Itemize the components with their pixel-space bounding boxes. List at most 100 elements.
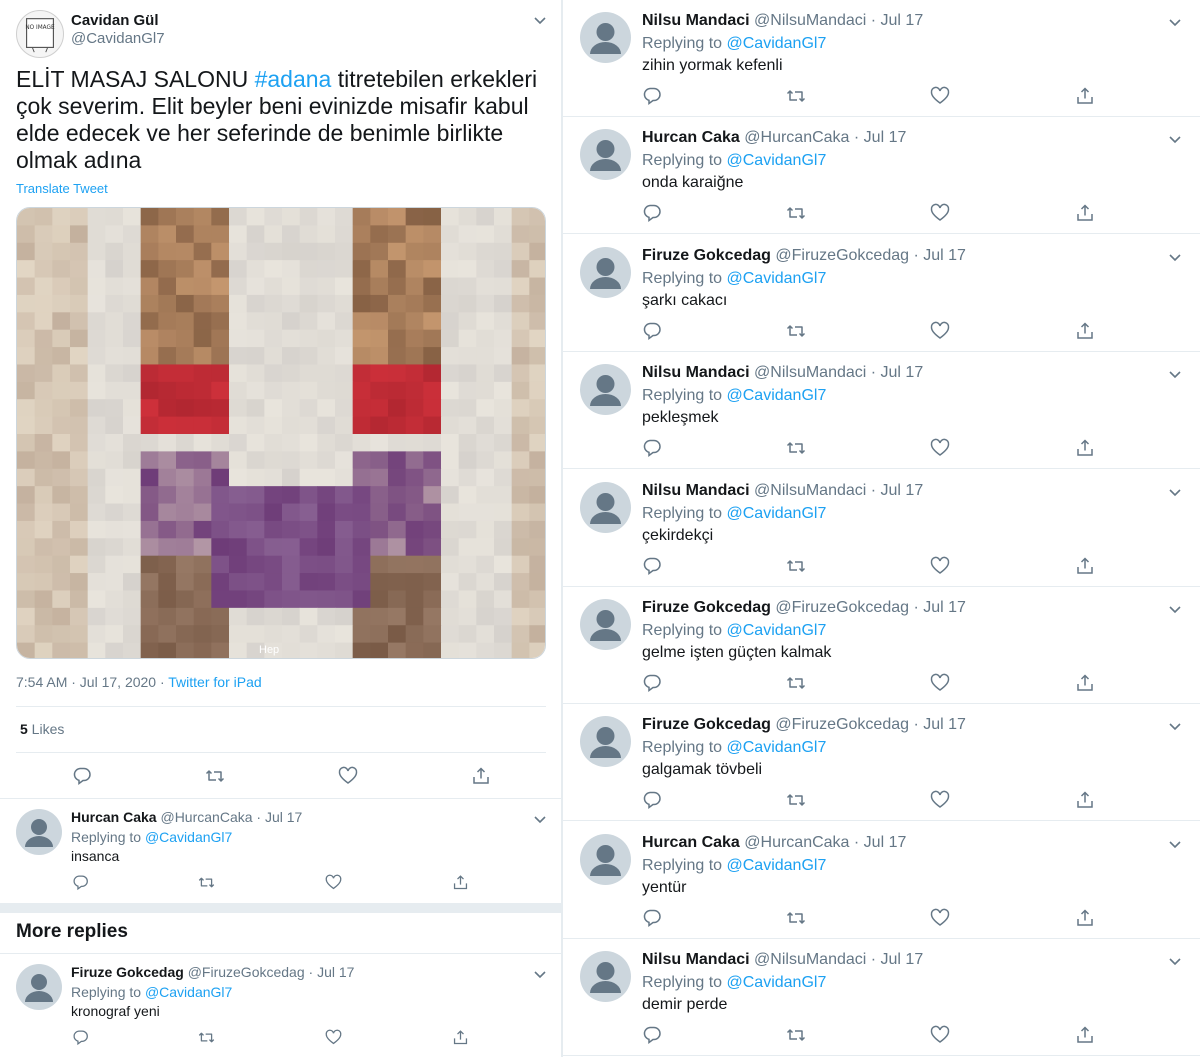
share-icon[interactable] bbox=[1075, 438, 1095, 458]
reply-icon[interactable] bbox=[642, 673, 662, 693]
retweet-icon[interactable] bbox=[786, 790, 806, 810]
reply-author-handle[interactable]: @NilsuMandaci · Jul 17 bbox=[754, 364, 923, 381]
reply-author-handle[interactable]: @FiruzeGokcedag · Jul 17 bbox=[188, 964, 355, 980]
replying-to-link[interactable]: @CavidanGl7 bbox=[727, 152, 827, 169]
reply-icon[interactable] bbox=[72, 766, 92, 786]
hashtag-link[interactable]: #adana bbox=[255, 66, 332, 92]
reply-icon[interactable] bbox=[642, 1025, 662, 1045]
avatar[interactable] bbox=[580, 599, 631, 650]
retweet-icon[interactable] bbox=[205, 766, 225, 786]
like-icon[interactable] bbox=[930, 1025, 950, 1045]
reply-icon[interactable] bbox=[642, 321, 662, 341]
reply-author-handle[interactable]: @NilsuMandaci · Jul 17 bbox=[754, 482, 923, 499]
avatar[interactable]: NO IMAGE bbox=[16, 10, 64, 58]
avatar[interactable] bbox=[580, 129, 631, 181]
reply-author-handle[interactable]: @HurcanCaka · Jul 17 bbox=[744, 834, 906, 851]
chevron-down-icon[interactable] bbox=[1167, 366, 1183, 382]
reply-tweet[interactable]: Firuze Gokcedag @FiruzeGokcedag · Jul 17… bbox=[563, 704, 1200, 822]
reply-author-handle[interactable]: @FiruzeGokcedag · Jul 17 bbox=[775, 247, 966, 264]
reply-icon[interactable] bbox=[642, 438, 662, 458]
reply-author-name[interactable]: Nilsu Mandaci bbox=[642, 951, 750, 968]
reply-icon[interactable] bbox=[642, 556, 662, 576]
like-icon[interactable] bbox=[930, 86, 950, 106]
share-icon[interactable] bbox=[1075, 556, 1095, 576]
retweet-icon[interactable] bbox=[786, 438, 806, 458]
author-handle[interactable]: @CavidanGl7 bbox=[71, 30, 165, 47]
reply-icon[interactable] bbox=[642, 203, 662, 223]
share-icon[interactable] bbox=[471, 766, 491, 786]
replying-to-link[interactable]: @CavidanGl7 bbox=[727, 505, 827, 522]
like-icon[interactable] bbox=[338, 766, 358, 786]
chevron-down-icon[interactable] bbox=[1167, 14, 1183, 30]
replying-to-link[interactable]: @CavidanGl7 bbox=[145, 984, 232, 1000]
avatar[interactable] bbox=[580, 12, 631, 63]
reply-icon[interactable] bbox=[72, 1029, 89, 1046]
chevron-down-icon[interactable] bbox=[1167, 484, 1183, 500]
reply-author-name[interactable]: Nilsu Mandaci bbox=[642, 482, 750, 499]
retweet-icon[interactable] bbox=[786, 203, 806, 223]
replying-to-link[interactable]: @CavidanGl7 bbox=[727, 270, 827, 287]
retweet-icon[interactable] bbox=[198, 874, 215, 891]
replying-to-link[interactable]: @CavidanGl7 bbox=[727, 387, 827, 404]
reply-icon[interactable] bbox=[642, 790, 662, 810]
share-icon[interactable] bbox=[452, 1029, 469, 1046]
reply-author-handle[interactable]: @HurcanCaka · Jul 17 bbox=[160, 809, 302, 825]
retweet-icon[interactable] bbox=[786, 1025, 806, 1045]
reply-author-handle[interactable]: @NilsuMandaci · Jul 17 bbox=[754, 12, 923, 29]
replying-to-link[interactable]: @CavidanGl7 bbox=[727, 622, 827, 639]
share-icon[interactable] bbox=[1075, 790, 1095, 810]
retweet-icon[interactable] bbox=[786, 86, 806, 106]
share-icon[interactable] bbox=[1075, 86, 1095, 106]
reply-author-handle[interactable]: @NilsuMandaci · Jul 17 bbox=[754, 951, 923, 968]
reply-author-name[interactable]: Nilsu Mandaci bbox=[642, 364, 750, 381]
chevron-down-icon[interactable] bbox=[1167, 718, 1183, 734]
avatar[interactable] bbox=[580, 481, 631, 533]
reply-author-name[interactable]: Hurcan Caka bbox=[71, 809, 157, 825]
tweet-source[interactable]: Twitter for iPad bbox=[168, 674, 261, 690]
avatar[interactable] bbox=[580, 364, 631, 416]
reply-tweet[interactable]: Nilsu Mandaci @NilsuMandaci · Jul 17 Rep… bbox=[563, 0, 1200, 117]
author-name[interactable]: Cavidan Gül bbox=[71, 12, 159, 29]
like-icon[interactable] bbox=[930, 790, 950, 810]
chevron-down-icon[interactable] bbox=[1167, 953, 1183, 969]
reply-tweet[interactable]: Firuze Gokcedag @FiruzeGokcedag · Jul 17… bbox=[563, 587, 1200, 704]
reply-author-name[interactable]: Hurcan Caka bbox=[642, 129, 740, 146]
avatar[interactable] bbox=[16, 964, 62, 1010]
like-icon[interactable] bbox=[930, 556, 950, 576]
replying-to-link[interactable]: @CavidanGl7 bbox=[727, 35, 827, 52]
reply-tweet[interactable]: Hurcan Caka @HurcanCaka · Jul 17 Replyin… bbox=[563, 117, 1200, 235]
avatar[interactable] bbox=[16, 809, 62, 855]
replying-to-link[interactable]: @CavidanGl7 bbox=[145, 829, 232, 845]
chevron-down-icon[interactable] bbox=[532, 966, 548, 982]
share-icon[interactable] bbox=[1075, 321, 1095, 341]
share-icon[interactable] bbox=[1075, 203, 1095, 223]
reply-tweet[interactable]: Firuze Gokcedag @FiruzeGokcedag · Jul 17… bbox=[0, 954, 561, 1057]
like-icon[interactable] bbox=[325, 1029, 342, 1046]
reply-tweet[interactable]: Hurcan Caka @HurcanCaka · Jul 17 Replyin… bbox=[0, 799, 561, 903]
reply-author-handle[interactable]: @FiruzeGokcedag · Jul 17 bbox=[775, 716, 966, 733]
retweet-icon[interactable] bbox=[786, 673, 806, 693]
reply-tweet[interactable]: Firuze Gokcedag @FiruzeGokcedag · Jul 17… bbox=[563, 235, 1200, 352]
avatar[interactable] bbox=[580, 246, 631, 298]
reply-author-name[interactable]: Firuze Gokcedag bbox=[642, 247, 771, 264]
reply-icon[interactable] bbox=[642, 86, 662, 106]
reply-icon[interactable] bbox=[72, 874, 89, 891]
reply-author-name[interactable]: Firuze Gokcedag bbox=[642, 599, 771, 616]
reply-author-name[interactable]: Hurcan Caka bbox=[642, 834, 740, 851]
retweet-icon[interactable] bbox=[786, 556, 806, 576]
like-icon[interactable] bbox=[930, 321, 950, 341]
chevron-down-icon[interactable] bbox=[1167, 836, 1183, 852]
tweet-timestamp[interactable]: 7:54 AM · Jul 17, 2020 · bbox=[16, 674, 168, 690]
likes-count[interactable]: 5 Likes bbox=[20, 721, 64, 737]
like-icon[interactable] bbox=[930, 203, 950, 223]
reply-tweet[interactable]: Nilsu Mandaci @NilsuMandaci · Jul 17 Rep… bbox=[563, 470, 1200, 587]
reply-tweet[interactable]: Hurcan Caka @HurcanCaka · Jul 17 Replyin… bbox=[563, 822, 1200, 939]
avatar[interactable] bbox=[580, 833, 631, 885]
reply-author-name[interactable]: Nilsu Mandaci bbox=[642, 12, 750, 29]
chevron-down-icon[interactable] bbox=[1167, 601, 1183, 617]
chevron-down-icon[interactable] bbox=[532, 12, 548, 28]
avatar[interactable] bbox=[580, 716, 631, 768]
reply-tweet[interactable]: Nilsu Mandaci @NilsuMandaci · Jul 17 Rep… bbox=[563, 352, 1200, 470]
share-icon[interactable] bbox=[1075, 673, 1095, 693]
translate-tweet-link[interactable]: Translate Tweet bbox=[16, 181, 108, 196]
